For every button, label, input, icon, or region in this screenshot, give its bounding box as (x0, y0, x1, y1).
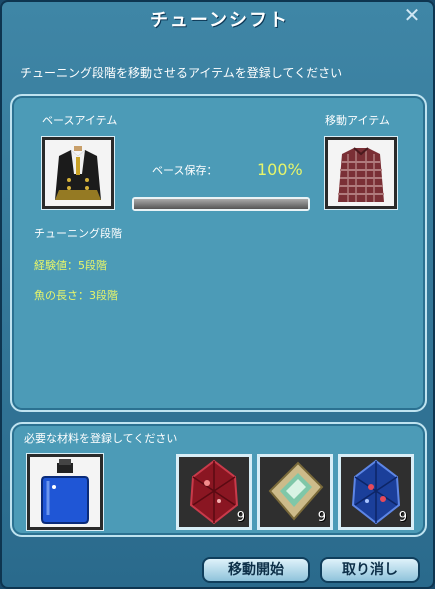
material-count-1: 9 (236, 510, 245, 525)
cancel-button[interactable]: 取り消し (320, 557, 420, 583)
jacket-icon (45, 140, 111, 206)
material-count-3: 9 (398, 510, 407, 525)
material-main-slot[interactable] (27, 454, 103, 530)
tuning-heading: チューニング段階 (34, 227, 122, 240)
tuning-line-exp: 経験値：5段階 (34, 259, 107, 272)
material-label: 必要な材料を登録してください (24, 432, 178, 445)
moon-potion-icon (30, 457, 100, 527)
base-item-label: ベースアイテム (42, 114, 118, 127)
instruction-text: チューニング段階を移動させるアイテムを登録してください (20, 66, 343, 80)
sweater-icon (328, 140, 394, 206)
tune-shift-window: チューンシフト ✕ チューニング段階を移動させるアイテムを登録してください ベー… (0, 0, 435, 589)
material-count-2: 9 (317, 510, 326, 525)
tuning-line-fish: 魚の長さ：3段階 (34, 289, 118, 302)
retention-label: ベース保存： (152, 164, 218, 177)
window-title: チューンシフト (149, 10, 290, 31)
close-icon[interactable]: ✕ (401, 4, 423, 26)
target-item-slot[interactable] (325, 137, 397, 209)
material-slot-3[interactable]: 9 (338, 454, 414, 530)
base-item-slot[interactable] (42, 137, 114, 209)
retention-bar-fill (134, 199, 308, 209)
material-slot-1[interactable]: 9 (176, 454, 252, 530)
material-slot-2[interactable]: 9 (257, 454, 333, 530)
target-item-label: 移動アイテム (325, 114, 390, 127)
start-move-button[interactable]: 移動開始 (202, 557, 310, 583)
retention-value: 100% (257, 160, 303, 179)
retention-bar (132, 197, 310, 211)
